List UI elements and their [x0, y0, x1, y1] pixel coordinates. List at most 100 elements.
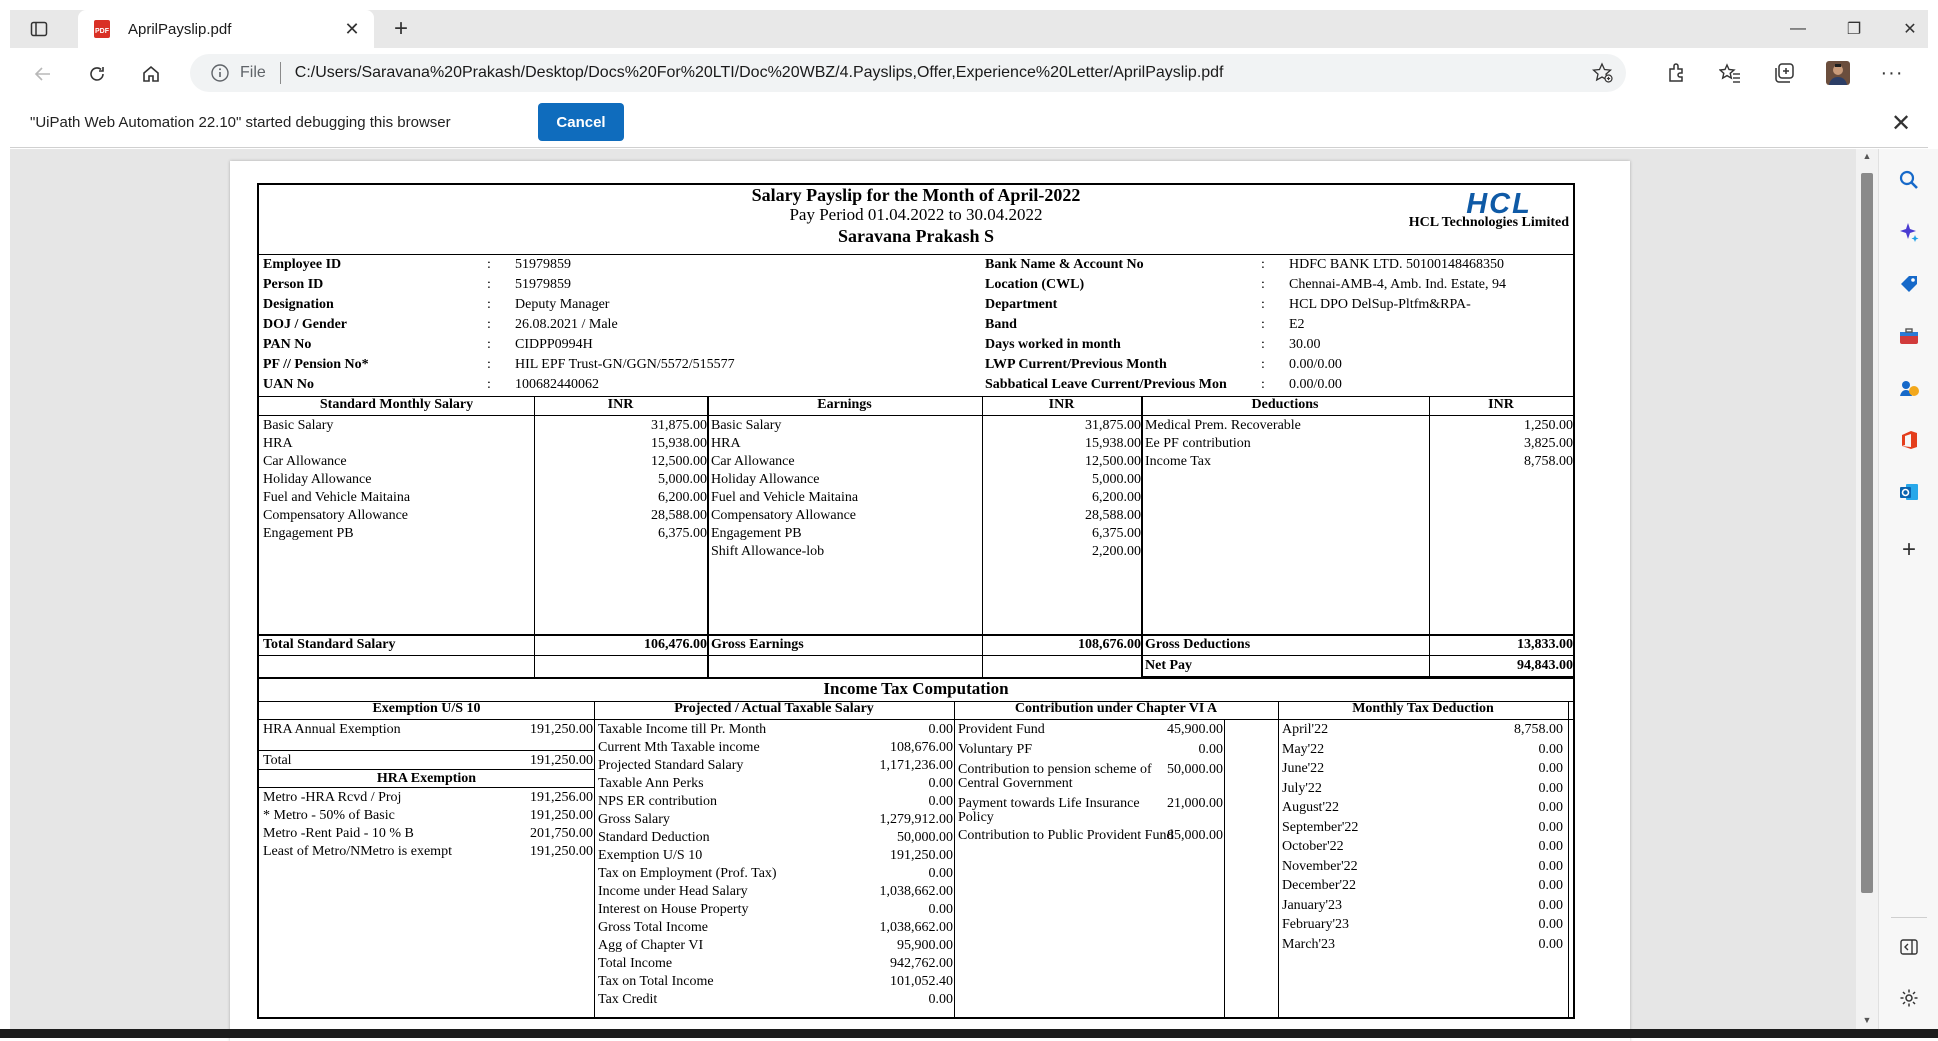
new-tab-button[interactable]: + — [386, 14, 416, 44]
more-icon: ··· — [1880, 61, 1904, 84]
url-scheme-label: File — [240, 64, 266, 81]
salary-row-value: 6,200.00 — [658, 490, 707, 505]
field-label: Bank Name & Account No — [985, 257, 1144, 272]
monthly-row-label: October'22 — [1282, 839, 1344, 854]
totals-bottom — [259, 655, 1573, 656]
back-button[interactable] — [26, 57, 60, 91]
extensions-button[interactable] — [1662, 59, 1690, 87]
favorites-list-icon — [1719, 63, 1740, 83]
field-value: HDFC BANK LTD. 50100148468350 — [1289, 257, 1504, 272]
monthly-row-label: September'22 — [1282, 819, 1359, 835]
sidebar-hide-button[interactable] — [1896, 934, 1922, 960]
office-icon — [1902, 431, 1917, 449]
gross-deductions-value: 13,833.00 — [1517, 637, 1573, 652]
deduction-row-label: Medical Prem. Recoverable — [1145, 418, 1301, 433]
address-bar[interactable]: File C:/Users/Saravana%20Prakash/Desktop… — [190, 54, 1626, 92]
sidebar-copilot-button[interactable] — [1896, 219, 1922, 245]
earning-row-value: 6,375.00 — [1092, 526, 1141, 541]
employee-details: Employee ID: 51979859 Person ID: 51979859 De… — [259, 255, 1573, 397]
monthly-row-value: 8,758.00 — [1514, 722, 1563, 737]
tab-actions-button[interactable] — [20, 10, 58, 48]
header-inr: INR — [607, 397, 634, 412]
settings-more-button[interactable]: ··· — [1878, 59, 1906, 87]
field-label: Employee ID — [263, 257, 342, 272]
sidebar-shopping-button[interactable] — [1896, 271, 1922, 297]
tab-actions-icon — [30, 21, 48, 37]
close-window-button[interactable]: ✕ — [1882, 10, 1938, 48]
sidebar-outlook-button[interactable] — [1896, 479, 1922, 505]
scrollbar-thumb[interactable] — [1861, 173, 1873, 893]
projected-row-value: 0.00 — [928, 992, 954, 1007]
pdf-page: Salary Payslip for the Month of April-20… — [230, 161, 1630, 1041]
sidebar-games-button[interactable] — [1896, 375, 1922, 401]
income-tax-computation: Income Tax Computation Exemption U/S 10 Pr… — [259, 677, 1573, 1019]
exemption-total-value: 191,250.00 — [530, 753, 593, 768]
svg-text:PDF: PDF — [95, 28, 110, 35]
url-text[interactable]: C:/Users/Saravana%20Prakash/Desktop/Docs… — [295, 64, 1224, 82]
cancel-debugging-button[interactable]: Cancel — [538, 103, 624, 141]
earning-row-label: Car Allowance — [711, 454, 795, 469]
payslip-frame: Salary Payslip for the Month of April-20… — [257, 183, 1575, 1019]
monthly-row-value: 0.00 — [1538, 839, 1564, 854]
infobar-close-button[interactable]: ✕ — [1888, 110, 1914, 137]
hra-row-label: * Metro - 50% of Basic — [263, 808, 395, 823]
projected-row-label: Total Income — [598, 956, 673, 971]
address-toolbar: File C:/Users/Saravana%20Prakash/Desktop… — [10, 48, 1928, 98]
monthly-row-value: 0.00 — [1538, 800, 1564, 815]
projected-row-label: Tax on Total Income — [598, 974, 714, 989]
tax-title: Income Tax Computation — [823, 679, 1009, 698]
collections-button[interactable] — [1770, 59, 1798, 87]
field-value: 26.08.2021 / Male — [515, 317, 618, 332]
hra-row-label: Metro -Rent Paid - 10 % B — [263, 826, 414, 841]
add-favorite-icon[interactable] — [1592, 62, 1614, 84]
sidebar-search-button[interactable] — [1896, 167, 1922, 193]
vertical-scrollbar[interactable]: ▲ ▼ — [1856, 149, 1878, 1029]
earning-row-value: 28,588.00 — [1085, 508, 1141, 523]
profile-button[interactable] — [1824, 59, 1852, 87]
earning-row-label: Shift Allowance-lob — [711, 544, 825, 559]
projected-row-value: 942,762.00 — [890, 956, 953, 971]
scroll-down-arrow[interactable]: ▼ — [1861, 1015, 1873, 1025]
exemption-total-line — [259, 750, 594, 751]
field-value: Chennai-AMB-4, Amb. Ind. Estate, 94 — [1289, 277, 1506, 292]
earning-row-value: 6,200.00 — [1092, 490, 1141, 505]
minimize-button[interactable]: — — [1770, 10, 1826, 48]
scroll-up-arrow[interactable]: ▲ — [1861, 151, 1873, 161]
plus-icon: + — [1901, 536, 1916, 563]
sidebar-settings-button[interactable] — [1896, 985, 1922, 1011]
restore-button[interactable]: ❐ — [1826, 10, 1882, 48]
refresh-button[interactable] — [80, 57, 114, 91]
projected-row-label: Gross Salary — [598, 812, 670, 827]
salary-row-value: 15,938.00 — [651, 436, 707, 451]
tab-close-button[interactable]: ✕ — [338, 15, 366, 43]
projected-row-label: Taxable Income till Pr. Month — [598, 722, 767, 737]
chapter-row-value: 21,000.00 — [1167, 796, 1223, 811]
tab-active[interactable]: PDF AprilPayslip.pdf ✕ — [78, 10, 374, 48]
games-icon — [1900, 381, 1919, 396]
field-label: UAN No — [263, 377, 314, 392]
home-button[interactable] — [134, 57, 168, 91]
sidebar-office-button[interactable] — [1896, 427, 1922, 453]
field-label: DOJ / Gender — [263, 317, 347, 332]
projected-row-value: 101,052.40 — [890, 974, 953, 989]
deduction-row-label: Income Tax — [1145, 454, 1212, 469]
sidebar-divider — [1891, 917, 1927, 918]
sidebar-add-button[interactable]: + — [1896, 536, 1922, 563]
field-label: Person ID — [263, 277, 324, 292]
avatar — [1826, 61, 1850, 85]
deduction-row-value: 8,758.00 — [1524, 454, 1573, 469]
monthly-row-value: 0.00 — [1538, 819, 1564, 835]
tax-column-divider — [594, 701, 595, 1019]
field-value: 30.00 — [1289, 337, 1321, 352]
salary-row-label: HRA — [263, 436, 293, 451]
field-colon: : — [1261, 277, 1265, 292]
sidebar-tools-button[interactable] — [1896, 323, 1922, 349]
gross-deductions-label: Gross Deductions — [1145, 637, 1251, 652]
monthly-row-label: December'22 — [1282, 878, 1357, 893]
earning-row-value: 31,875.00 — [1085, 418, 1141, 433]
header-monthly: Monthly Tax Deduction — [1352, 701, 1494, 716]
favorites-button[interactable] — [1716, 59, 1744, 87]
projected-row-value: 50,000.00 — [897, 830, 953, 845]
pay-period: Pay Period 01.04.2022 to 30.04.2022 — [789, 205, 1043, 224]
field-colon: : — [487, 257, 491, 272]
